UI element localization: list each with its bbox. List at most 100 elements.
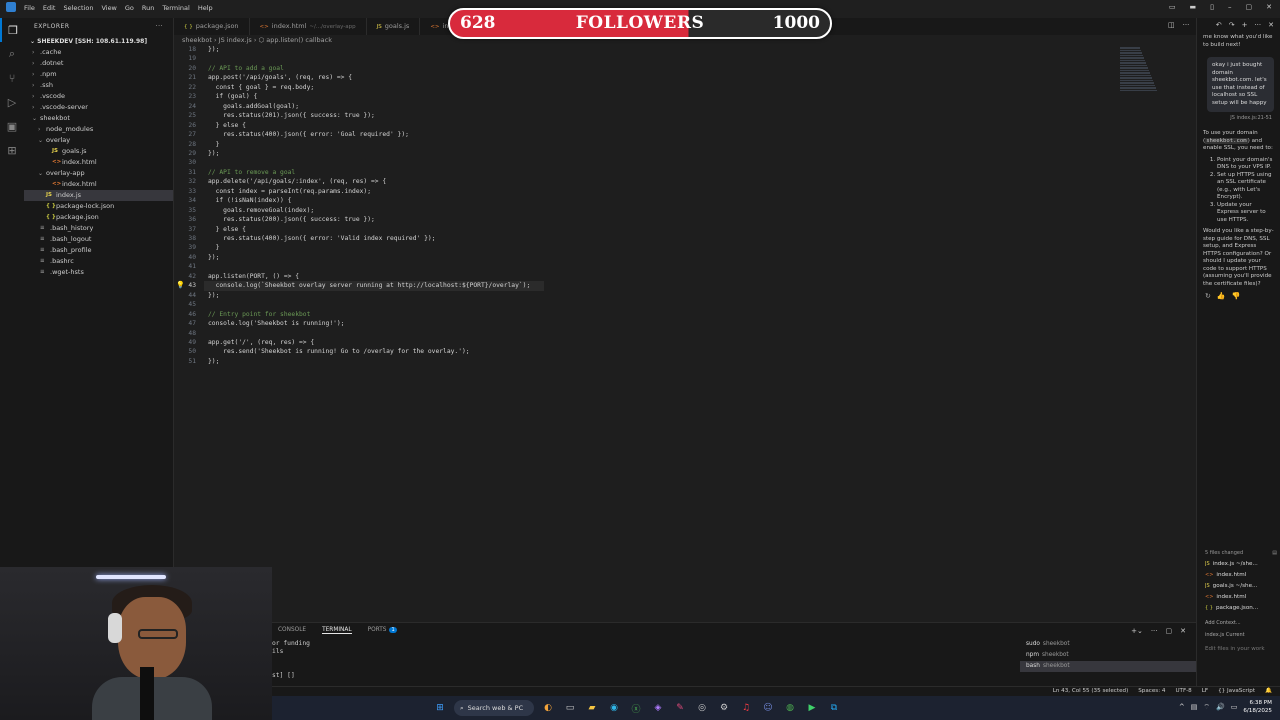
terminal-instance[interactable]: sudo sheekbot <box>1020 639 1196 650</box>
vscode-icon[interactable]: ⧉ <box>826 700 842 716</box>
tree-item[interactable]: › node_modules <box>24 124 173 135</box>
edge-icon[interactable]: ◉ <box>606 700 622 716</box>
code-line[interactable]: 50 res.send('Sheekbot is running! Go to … <box>174 347 469 357</box>
start-icon[interactable]: ⊞ <box>432 700 448 716</box>
minimize-button[interactable]: – <box>1228 3 1232 11</box>
layout-icon[interactable]: ▭ <box>1169 3 1176 11</box>
menu-go[interactable]: Go <box>125 4 134 12</box>
tree-item[interactable]: ≡ .bash_history <box>24 223 173 234</box>
split-editor-icon[interactable]: ◫ <box>1168 21 1175 29</box>
tree-item[interactable]: JS index.js <box>24 190 173 201</box>
new-chat-icon[interactable]: + <box>1242 21 1248 31</box>
thumbs-down-icon[interactable]: 👎 <box>1232 292 1241 300</box>
tree-item[interactable]: ⌄ overlay <box>24 135 173 146</box>
code-line[interactable]: 30 <box>174 158 208 168</box>
minimap[interactable] <box>1120 46 1178 102</box>
indentation[interactable]: Spaces: 4 <box>1138 688 1165 694</box>
editor-tab[interactable]: JS goals.js <box>367 18 421 35</box>
code-line[interactable]: 51}); <box>174 357 219 367</box>
code-line[interactable]: 21 app.post('/api/goals', (req, res) => { <box>174 73 352 83</box>
maximize-button[interactable]: ▢ <box>1246 3 1253 11</box>
remote-explorer-icon[interactable]: ▣ <box>0 114 24 138</box>
tree-item[interactable]: ≡ .bash_profile <box>24 245 173 256</box>
file-explorer-icon[interactable]: ▰ <box>584 700 600 716</box>
changed-file[interactable]: <> index.html <box>1205 592 1277 603</box>
tree-item[interactable]: › .vscode <box>24 91 173 102</box>
code-line[interactable]: 23 if (goal) { <box>174 92 257 102</box>
code-line[interactable]: 26 } else { <box>174 121 246 131</box>
app-icon[interactable]: ◈ <box>650 700 666 716</box>
volume-icon[interactable]: 🔊 <box>1216 703 1225 711</box>
code-line[interactable]: 33 const index = parseInt(req.params.ind… <box>174 187 371 197</box>
code-line[interactable]: 31 // API to remove a goal <box>174 168 295 178</box>
code-editor[interactable]: 18}); 19 20// API to add a goal 21 app.post(… <box>174 44 1196 624</box>
context-chip[interactable]: index.js Current <box>1205 632 1277 638</box>
changed-file[interactable]: JS goals.js ~/she... <box>1205 581 1277 592</box>
chat-close-icon[interactable]: ✕ <box>1268 21 1274 31</box>
maximize-panel-icon[interactable]: ▢ <box>1166 627 1173 635</box>
chrome-icon[interactable]: ◍ <box>782 700 798 716</box>
tree-item[interactable]: ≡ .bash_logout <box>24 234 173 245</box>
line-ending[interactable]: LF <box>1202 688 1208 694</box>
code-line[interactable]: 49 app.get('/', (req, res) => { <box>174 338 314 348</box>
code-line[interactable]: 45 <box>174 300 208 310</box>
undo-icon[interactable]: ↶ <box>1216 21 1222 31</box>
redo-icon[interactable]: ↷ <box>1229 21 1235 31</box>
code-line[interactable]: 40}); <box>174 253 219 263</box>
chat-input[interactable]: Edit files in your work <box>1205 646 1277 652</box>
code-line[interactable]: 39 } <box>174 243 219 253</box>
code-line[interactable]: 37 } else { <box>174 225 246 235</box>
panel-tab-ports[interactable]: PORTS 1 <box>368 627 397 634</box>
menu-terminal[interactable]: Terminal <box>162 4 189 12</box>
sidebar-toggle-icon[interactable]: ▯ <box>1210 3 1214 11</box>
tree-item[interactable]: ⌄ sheekbot <box>24 113 173 124</box>
user-message-reference[interactable]: JS index.js:21-51 <box>1197 112 1280 124</box>
tree-item[interactable]: <> index.html <box>24 157 173 168</box>
code-line[interactable]: 41 <box>174 262 208 272</box>
code-line[interactable]: 19 <box>174 54 208 64</box>
wifi-icon[interactable]: ⌔ <box>1203 703 1210 712</box>
code-line[interactable]: 29}); <box>174 149 219 159</box>
code-line[interactable]: 44}); <box>174 291 219 301</box>
run-debug-icon[interactable]: ▷ <box>0 90 24 114</box>
menu-view[interactable]: View <box>101 4 116 12</box>
menu-help[interactable]: Help <box>198 4 213 12</box>
tree-item[interactable]: › .cache <box>24 47 173 58</box>
clock[interactable]: 6:38 PM 6/18/2025 <box>1243 699 1272 715</box>
menu-run[interactable]: Run <box>142 4 154 12</box>
tree-item[interactable]: › .npm <box>24 69 173 80</box>
terminal-instance[interactable]: bash sheekbot <box>1020 661 1196 672</box>
editor-tab[interactable]: { } package.json <box>174 18 250 35</box>
code-line[interactable]: 22 const { goal } = req.body; <box>174 83 314 93</box>
code-line[interactable]: 48 <box>174 329 208 339</box>
workspace-root[interactable]: ⌄ SHEEKDEV [SSH: 108.61.119.98] <box>24 36 173 47</box>
add-context-button[interactable]: Add Context... <box>1205 620 1277 626</box>
notifications-icon[interactable]: 🔔 <box>1265 688 1272 694</box>
battery-icon[interactable]: ▭ <box>1231 703 1238 711</box>
chat-more-icon[interactable]: ··· <box>1254 21 1261 31</box>
cursor-position[interactable]: Ln 43, Col 55 (35 selected) <box>1053 688 1129 694</box>
pen-icon[interactable]: ✎ <box>672 700 688 716</box>
taskbar-search[interactable]: ⌕ Search web & PC <box>454 700 534 716</box>
close-button[interactable]: ✕ <box>1266 3 1272 11</box>
panel-tab-console[interactable]: CONSOLE <box>278 627 306 634</box>
code-line[interactable]: 27 res.status(400).json({ error: 'Goal r… <box>174 130 409 140</box>
diff-icon[interactable]: ▤ <box>1272 550 1277 556</box>
tree-item[interactable]: › .vscode-server <box>24 102 173 113</box>
tree-item[interactable]: › .ssh <box>24 80 173 91</box>
source-control-icon[interactable]: ⑂ <box>0 66 24 90</box>
close-panel-icon[interactable]: ✕ <box>1180 627 1186 635</box>
tray-apps-icon[interactable]: ▤ <box>1191 703 1198 711</box>
tree-item[interactable]: ≡ .wget-hsts <box>24 267 173 278</box>
encoding[interactable]: UTF-8 <box>1175 688 1191 694</box>
tree-item[interactable]: › .dotnet <box>24 58 173 69</box>
menu-edit[interactable]: Edit <box>43 4 56 12</box>
code-line[interactable]: 46 // Entry point for sheekbot <box>174 310 310 320</box>
task-view-icon[interactable]: ▭ <box>562 700 578 716</box>
panel-tab-terminal[interactable]: TERMINAL <box>322 627 352 634</box>
code-line[interactable]: 42 app.listen(PORT, () => { <box>174 272 299 282</box>
obs-icon[interactable]: ◎ <box>694 700 710 716</box>
extensions-icon[interactable]: ⊞ <box>0 138 24 162</box>
code-line[interactable]: 25 res.status(201).json({ success: true … <box>174 111 374 121</box>
menu-file[interactable]: File <box>24 4 35 12</box>
